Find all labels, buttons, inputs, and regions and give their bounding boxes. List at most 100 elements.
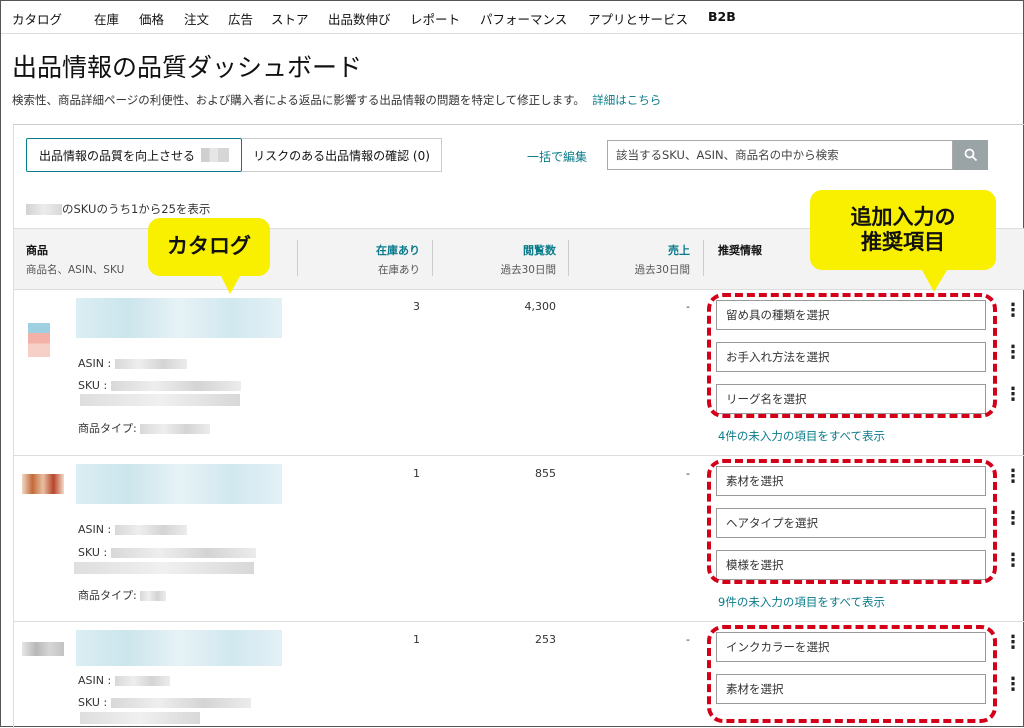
blurred-count bbox=[201, 148, 229, 162]
show-all-missing-link[interactable]: 4件の未入力の項目をすべて表示 bbox=[718, 428, 885, 444]
stock-value: 3 bbox=[413, 300, 420, 313]
asin-value-blurred bbox=[114, 359, 187, 369]
callout-rec-line1: 追加入力の bbox=[850, 204, 956, 229]
search-icon bbox=[964, 148, 977, 162]
top-nav: カタログ 在庫 価格 注文 広告 ストア 出品数伸び レポート パフォーマンス … bbox=[1, 1, 1023, 34]
search-input[interactable] bbox=[607, 140, 953, 170]
sku-label: SKU : bbox=[78, 546, 108, 559]
nav-stores[interactable]: ストア bbox=[271, 9, 309, 28]
sku-value-blurred bbox=[80, 394, 240, 406]
column-divider bbox=[568, 240, 569, 276]
header-in-stock[interactable]: 在庫あり 在庫あり bbox=[372, 242, 420, 277]
nav-growth[interactable]: 出品数伸び bbox=[328, 9, 391, 28]
page-subtitle: 検索性、商品詳細ページの利便性、および購入者による返品に影響する出品情報の問題を… bbox=[12, 92, 661, 108]
column-divider bbox=[297, 240, 298, 276]
nav-apps-services[interactable]: アプリとサービス bbox=[588, 9, 688, 28]
column-divider bbox=[432, 240, 433, 276]
product-type-line: 商品タイプ: bbox=[78, 587, 167, 603]
tab-risk-label: リスクのある出品情報の確認 (0) bbox=[253, 148, 430, 163]
more-options-icon[interactable]: ⋮ bbox=[1004, 468, 1022, 486]
column-divider bbox=[703, 240, 704, 276]
sku-value-blurred bbox=[110, 548, 256, 558]
stock-value: 1 bbox=[413, 467, 420, 480]
sku-line: SKU : bbox=[78, 379, 241, 392]
nav-reports[interactable]: レポート bbox=[410, 9, 460, 28]
row-separator bbox=[14, 455, 1024, 456]
more-options-icon[interactable]: ⋮ bbox=[1004, 676, 1022, 694]
product-type-label: 商品タイプ: bbox=[78, 589, 137, 602]
results-count: のSKUのうち1から25を表示 bbox=[26, 201, 210, 217]
page-title: 出品情報の品質ダッシュボード bbox=[12, 53, 363, 82]
asin-line: ASIN : bbox=[78, 674, 170, 687]
tab-improve-quality[interactable]: 出品情報の品質を向上させる bbox=[26, 138, 242, 172]
highlight-outline bbox=[707, 459, 997, 584]
nav-pricing[interactable]: 価格 bbox=[139, 9, 164, 28]
row-separator bbox=[14, 621, 1024, 622]
tab-risk-listings[interactable]: リスクのある出品情報の確認 (0) bbox=[242, 138, 442, 172]
sales-value: - bbox=[686, 633, 690, 646]
callout-catalog-text: カタログ bbox=[167, 234, 251, 259]
search-button[interactable] bbox=[953, 140, 988, 170]
header-views[interactable]: 閲覧数 過去30日間 bbox=[496, 242, 556, 277]
bulk-edit-link[interactable]: 一括で編集 bbox=[527, 148, 587, 165]
show-all-missing-link[interactable]: 9件の未入力の項目をすべて表示 bbox=[718, 594, 885, 610]
header-sales-label: 売上 bbox=[668, 244, 690, 257]
highlight-outline bbox=[707, 293, 997, 418]
subtitle-text: 検索性、商品詳細ページの利便性、および購入者による返品に影響する出品情報の問題を… bbox=[12, 93, 585, 107]
header-recommendations: 推奨情報 bbox=[718, 242, 762, 258]
views-value: 855 bbox=[535, 467, 556, 480]
product-type-blurred bbox=[140, 424, 211, 434]
nav-b2b[interactable]: B2B bbox=[708, 9, 736, 24]
tab-improve-label: 出品情報の品質を向上させる bbox=[38, 148, 195, 163]
sku-value-blurred bbox=[110, 381, 241, 391]
product-type-blurred bbox=[140, 591, 167, 601]
header-sales[interactable]: 売上 過去30日間 bbox=[630, 242, 690, 277]
callout-catalog: カタログ bbox=[148, 218, 270, 276]
header-product: 商品 商品名、ASIN、SKU bbox=[26, 242, 124, 277]
product-thumbnail[interactable] bbox=[28, 323, 50, 357]
header-views-sub: 過去30日間 bbox=[500, 264, 556, 276]
sku-value-blurred bbox=[110, 698, 251, 708]
asin-label: ASIN : bbox=[78, 357, 112, 370]
header-in-stock-label: 在庫あり bbox=[376, 244, 420, 257]
product-type-label: 商品タイプ: bbox=[78, 422, 137, 435]
sku-line: SKU : bbox=[78, 696, 251, 709]
header-in-stock-sub: 在庫あり bbox=[378, 264, 420, 276]
header-sales-sub: 過去30日間 bbox=[634, 264, 690, 276]
sku-label: SKU : bbox=[78, 379, 108, 392]
header-views-label: 閲覧数 bbox=[523, 244, 556, 257]
nav-advertising[interactable]: 広告 bbox=[228, 9, 253, 28]
nav-performance[interactable]: パフォーマンス bbox=[480, 9, 567, 28]
stock-value: 1 bbox=[413, 633, 420, 646]
product-thumbnail[interactable] bbox=[22, 642, 64, 656]
asin-label: ASIN : bbox=[78, 674, 112, 687]
more-options-icon[interactable]: ⋮ bbox=[1004, 552, 1022, 570]
asin-line: ASIN : bbox=[78, 523, 187, 536]
nav-catalog[interactable]: カタログ bbox=[12, 9, 62, 28]
highlight-outline bbox=[707, 625, 997, 723]
views-value: 4,300 bbox=[524, 300, 557, 313]
product-thumbnail[interactable] bbox=[22, 474, 64, 494]
nav-inventory[interactable]: 在庫 bbox=[94, 9, 119, 28]
sku-value-blurred bbox=[80, 712, 200, 724]
nav-orders[interactable]: 注文 bbox=[184, 9, 209, 28]
header-recommendations-label: 推奨情報 bbox=[718, 244, 762, 257]
sku-value-blurred bbox=[74, 562, 254, 574]
product-title-blurred[interactable] bbox=[76, 464, 282, 504]
more-options-icon[interactable]: ⋮ bbox=[1004, 344, 1022, 362]
more-options-icon[interactable]: ⋮ bbox=[1004, 302, 1022, 320]
learn-more-link[interactable]: 詳細はこちら bbox=[592, 93, 661, 107]
product-title-blurred[interactable] bbox=[76, 630, 282, 666]
product-type-line: 商品タイプ: bbox=[78, 420, 211, 436]
product-title-blurred[interactable] bbox=[76, 298, 282, 338]
asin-line: ASIN : bbox=[78, 357, 187, 370]
results-count-text: のSKUのうち1から25を表示 bbox=[62, 202, 211, 216]
more-options-icon[interactable]: ⋮ bbox=[1004, 634, 1022, 652]
asin-value-blurred bbox=[114, 525, 187, 535]
callout-rec-line2: 推奨項目 bbox=[861, 230, 945, 254]
sales-value: - bbox=[686, 300, 690, 313]
more-options-icon[interactable]: ⋮ bbox=[1004, 386, 1022, 404]
views-value: 253 bbox=[535, 633, 556, 646]
header-product-label: 商品 bbox=[26, 244, 48, 257]
more-options-icon[interactable]: ⋮ bbox=[1004, 510, 1022, 528]
